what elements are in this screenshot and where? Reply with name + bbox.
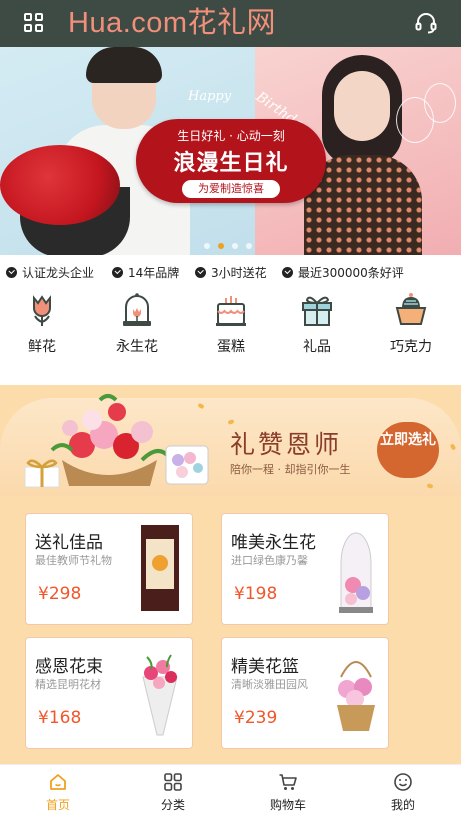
- product-card[interactable]: 唯美永生花 进口绿色康乃馨 ¥198: [221, 513, 389, 625]
- category-label: 蛋糕: [217, 339, 245, 355]
- tab-label: 购物车: [269, 798, 306, 812]
- category-label: 永生花: [116, 339, 158, 355]
- grid-icon[interactable]: [24, 13, 44, 33]
- category-gifts[interactable]: 礼品: [287, 292, 347, 358]
- home-icon: [50, 774, 66, 790]
- trust-label: 14年品牌: [128, 266, 180, 280]
- product-name: 感恩花束: [35, 657, 103, 677]
- tab-cart[interactable]: 购物车: [248, 765, 328, 819]
- rose-bouquet: [0, 145, 120, 225]
- tab-mine[interactable]: 我的: [363, 765, 443, 819]
- tulip-icon: [33, 295, 51, 326]
- site-logo[interactable]: Hua.com花礼网: [68, 5, 276, 41]
- trust-label: 3小时送花: [211, 266, 267, 280]
- promo-title: 礼赞恩师: [230, 430, 343, 459]
- cart-icon: [279, 774, 297, 790]
- trust-label: 认证龙头企业: [22, 266, 95, 280]
- product-desc: 最佳教师节礼物: [35, 554, 112, 567]
- tab-label: 首页: [45, 798, 70, 812]
- product-card[interactable]: 送礼佳品 最佳教师节礼物 ¥298: [25, 513, 193, 625]
- product-name: 唯美永生花: [231, 533, 316, 553]
- category-grid-icon: [164, 773, 182, 791]
- bottom-tab-bar: 首页 分类 购物车 我的: [0, 764, 461, 819]
- gift-icon: [302, 296, 332, 326]
- category-label: 巧克力: [390, 339, 432, 355]
- banner-pill[interactable]: 为爱制造惊喜: [182, 180, 280, 198]
- product-price: ¥198: [234, 584, 278, 604]
- trust-label: 最近300000条好评: [298, 266, 404, 280]
- banner-title: 浪漫生日礼: [173, 151, 289, 176]
- check-icon: [6, 267, 17, 278]
- product-price: ¥168: [38, 708, 82, 728]
- product-price: ¥239: [234, 708, 278, 728]
- check-icon: [282, 267, 293, 278]
- trust-bar: 认证龙头企业 14年品牌 3小时送花 最近300000条好评: [0, 263, 461, 283]
- banner-woman-face: [334, 71, 390, 141]
- product-desc: 精选昆明花材: [35, 678, 101, 691]
- promo-subtitle: 陪你一程 · 却指引你一生: [230, 463, 351, 476]
- cake-icon: [216, 296, 246, 326]
- product-card[interactable]: 精美花篮 清晰淡雅田园风 ¥239: [221, 637, 389, 749]
- category-cake[interactable]: 蛋糕: [201, 292, 261, 358]
- tab-label: 我的: [390, 798, 415, 812]
- flower-box-image: [165, 445, 209, 485]
- product-image-gift-card: [141, 525, 179, 611]
- headset-icon[interactable]: [414, 11, 438, 35]
- product-image-flower-basket: [337, 661, 375, 731]
- carousel-dot[interactable]: [232, 243, 238, 249]
- category-preserved-flowers[interactable]: 永生花: [107, 292, 167, 358]
- product-desc: 进口绿色康乃馨: [231, 554, 308, 567]
- check-icon: [195, 267, 206, 278]
- category-label: 礼品: [303, 339, 331, 355]
- product-card[interactable]: 感恩花束 精选昆明花材 ¥168: [25, 637, 193, 749]
- happy-script: Happy: [188, 89, 232, 104]
- product-name: 送礼佳品: [35, 533, 103, 553]
- tab-label: 分类: [160, 798, 185, 812]
- hero-banner[interactable]: Happy Birthday 生日好礼 · 心动一刻 浪漫生日礼 为爱制造惊喜: [0, 47, 461, 255]
- category-flowers[interactable]: 鲜花: [12, 292, 72, 358]
- check-icon: [112, 267, 123, 278]
- product-image-preserved-flower: [339, 532, 373, 613]
- product-price: ¥298: [38, 584, 82, 604]
- product-name: 精美花篮: [231, 657, 299, 677]
- banner-man-hair: [86, 47, 162, 83]
- carousel-dot[interactable]: [246, 243, 252, 249]
- tab-home[interactable]: 首页: [18, 765, 98, 819]
- carousel-dot-active[interactable]: [218, 243, 224, 249]
- banner-subtitle: 生日好礼 · 心动一刻: [177, 129, 285, 143]
- product-image-bouquet: [142, 654, 178, 736]
- category-label: 鲜花: [28, 339, 56, 355]
- app-header: Hua.com花礼网: [0, 0, 461, 47]
- glass-dome-icon: [123, 293, 151, 326]
- select-gift-button[interactable]: 立即选礼: [377, 422, 439, 478]
- smile-icon: [394, 773, 412, 791]
- gift-box-image: [24, 459, 60, 488]
- tab-category[interactable]: 分类: [133, 765, 213, 819]
- product-desc: 清晰淡雅田园风: [231, 678, 308, 691]
- carousel-dot[interactable]: [204, 243, 210, 249]
- chocolate-icon: [395, 293, 427, 325]
- category-chocolate[interactable]: 巧克力: [381, 292, 441, 358]
- balloon-outline: [424, 83, 456, 123]
